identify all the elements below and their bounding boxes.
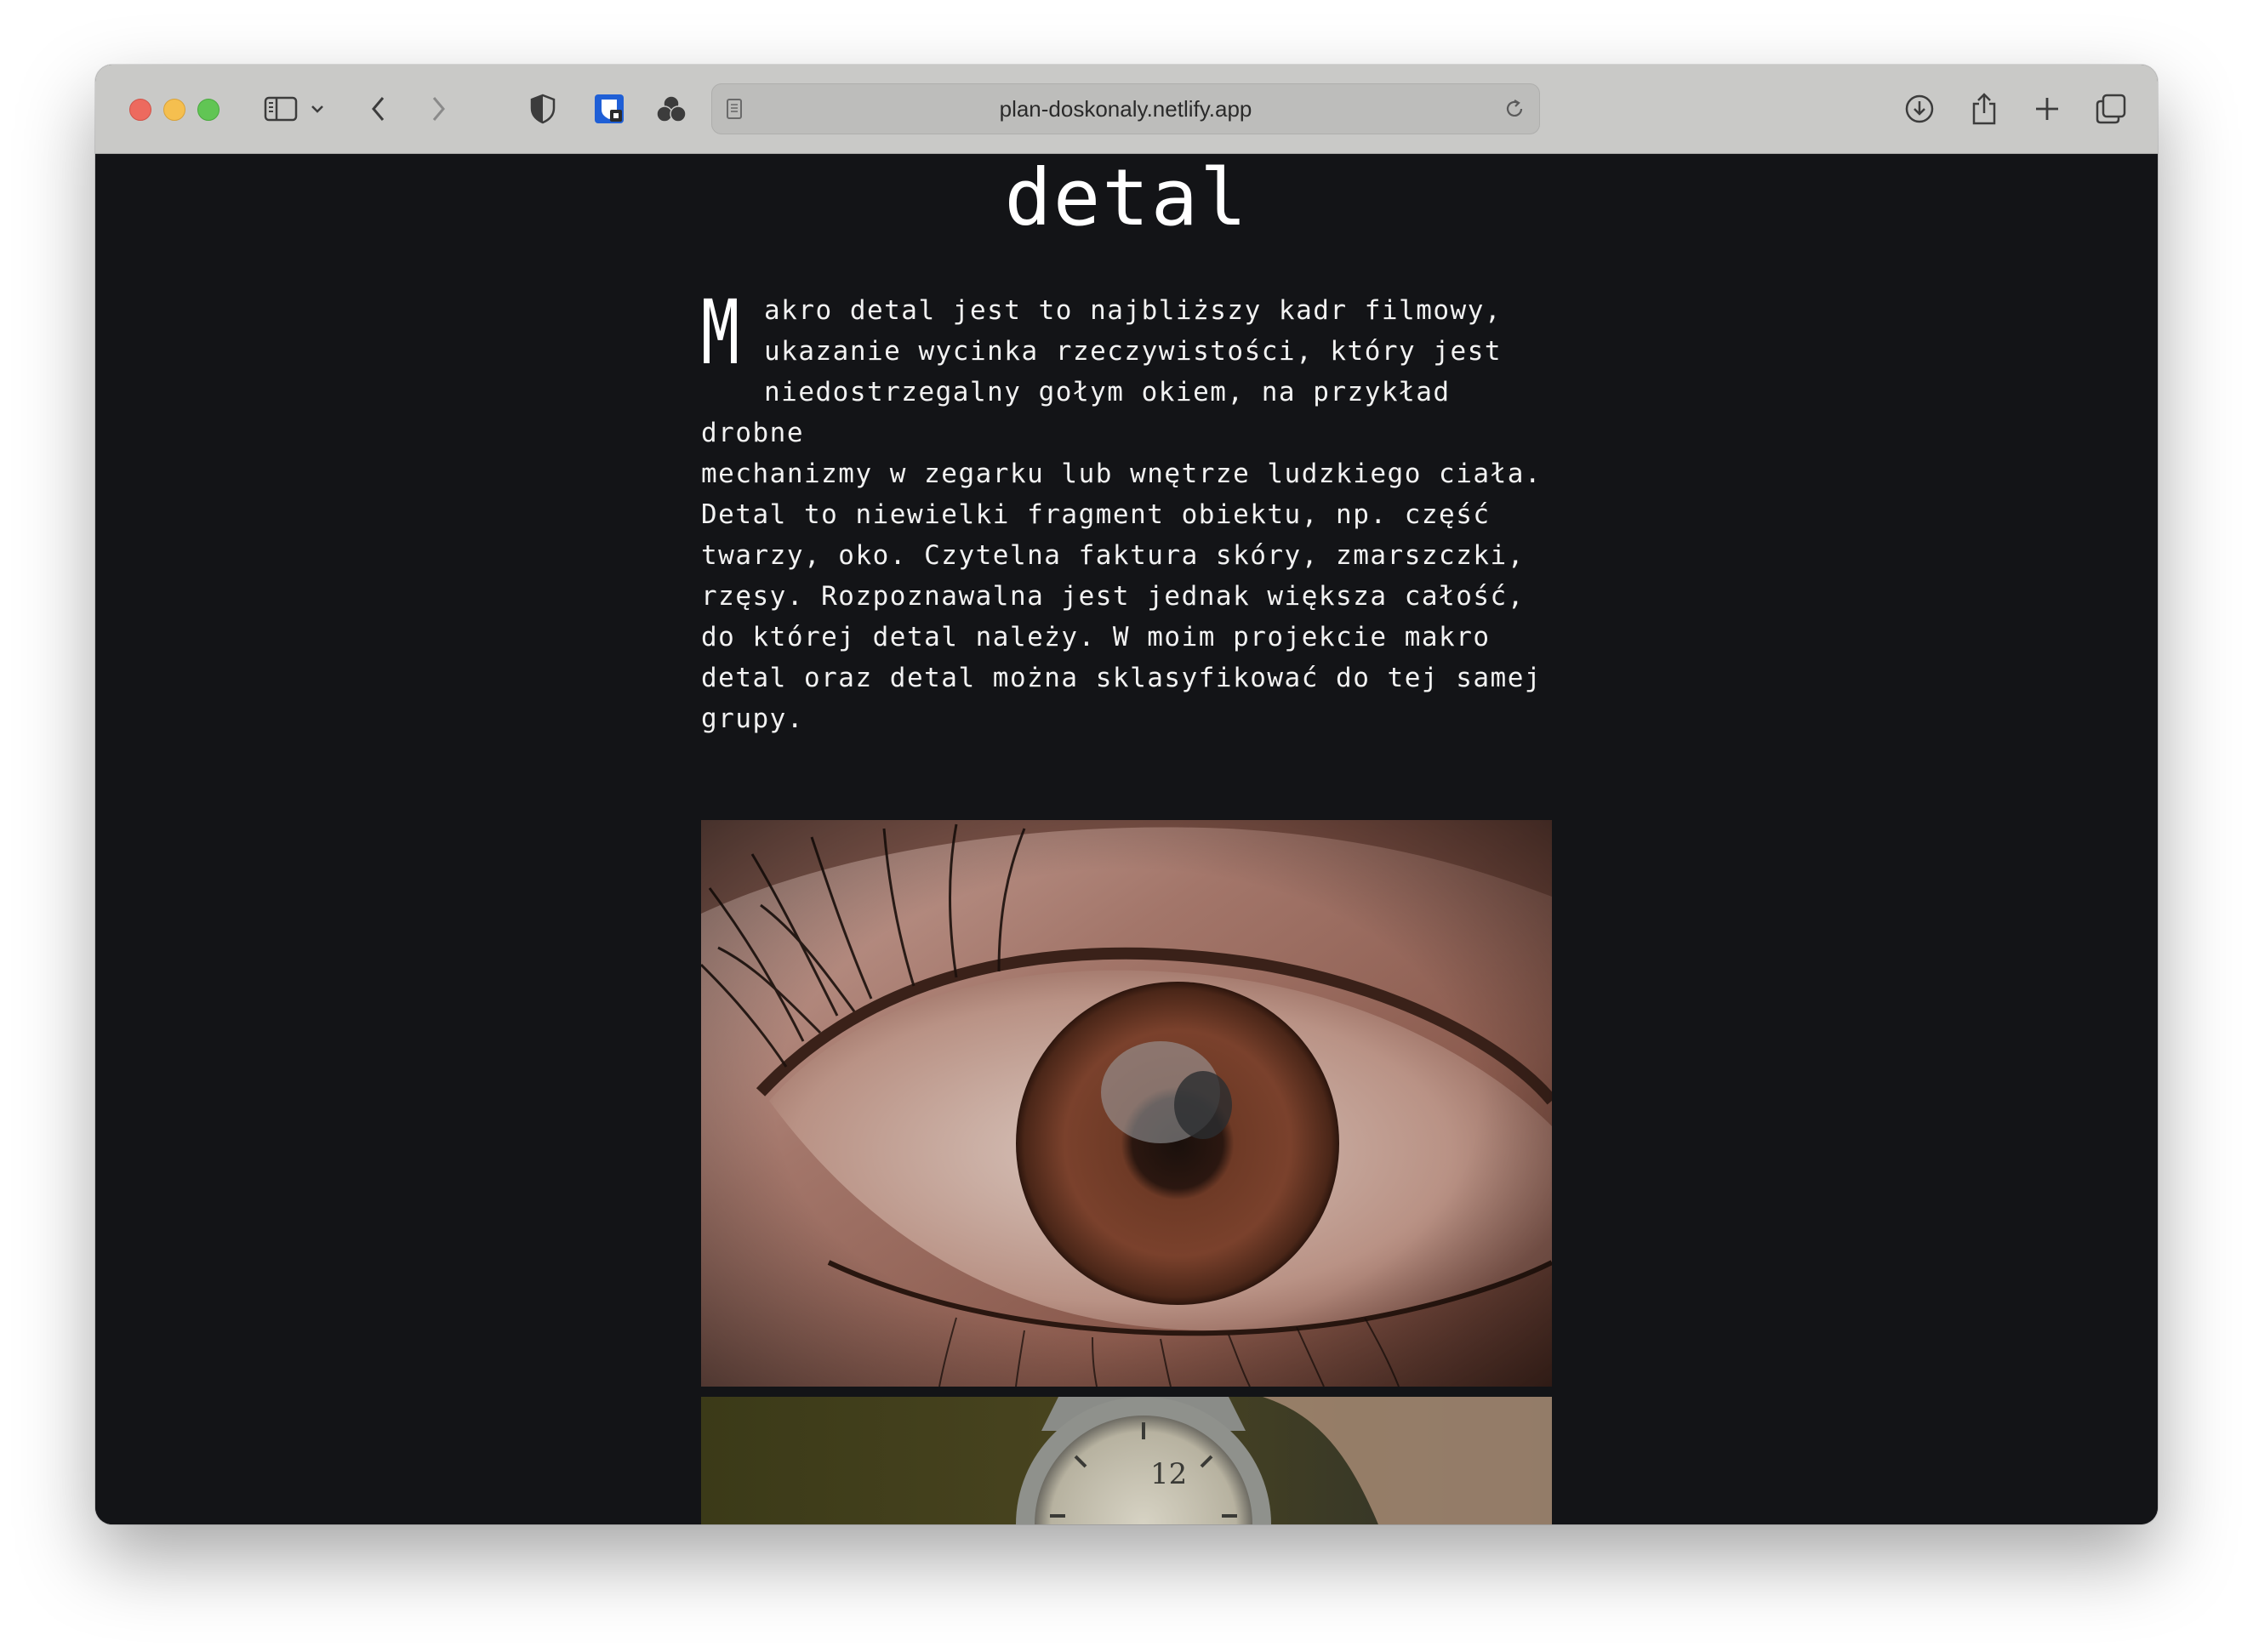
minimize-window-button[interactable] (163, 99, 185, 121)
wristwatch-image: 12 (701, 1397, 1552, 1524)
page-title: detal (1004, 154, 1249, 243)
paragraph-intro: Makro detal jest to najbliższy kadr film… (701, 281, 1552, 494)
eye-closeup-image (701, 820, 1552, 1387)
reload-icon[interactable] (1503, 98, 1526, 124)
tabs-icon[interactable] (2093, 92, 2129, 126)
zoom-window-button[interactable] (197, 99, 220, 121)
browser-window: plan-doskonaly.netlify.app detal Makro d… (95, 65, 2158, 1524)
url-text[interactable]: plan-doskonaly.netlify.app (712, 84, 1539, 134)
page-content: detal Makro detal jest to najbliższy kad… (95, 154, 2158, 1524)
download-icon[interactable] (1902, 92, 1936, 126)
bitwarden-icon[interactable] (592, 92, 626, 126)
chevron-right-icon[interactable] (425, 92, 451, 126)
tricolor-icon[interactable] (653, 92, 689, 126)
share-icon[interactable] (1967, 92, 2001, 126)
drop-cap: M (701, 281, 741, 385)
chevron-left-icon[interactable] (366, 92, 391, 126)
paragraph-detail: Detal to niewielki fragment obiektu, np.… (701, 499, 1543, 734)
close-window-button[interactable] (129, 99, 151, 121)
address-bar[interactable]: plan-doskonaly.netlify.app (711, 83, 1540, 134)
shield-icon[interactable] (528, 92, 558, 126)
browser-toolbar: plan-doskonaly.netlify.app (95, 65, 2158, 154)
watch-numeral: 12 (1150, 1457, 1187, 1491)
sidebar-icon[interactable] (262, 92, 299, 126)
chevron-down-icon[interactable] (308, 92, 327, 126)
plus-icon[interactable] (2030, 92, 2064, 126)
paragraph-intro-text: akro detal jest to najbliższy kadr filmo… (701, 295, 1543, 489)
